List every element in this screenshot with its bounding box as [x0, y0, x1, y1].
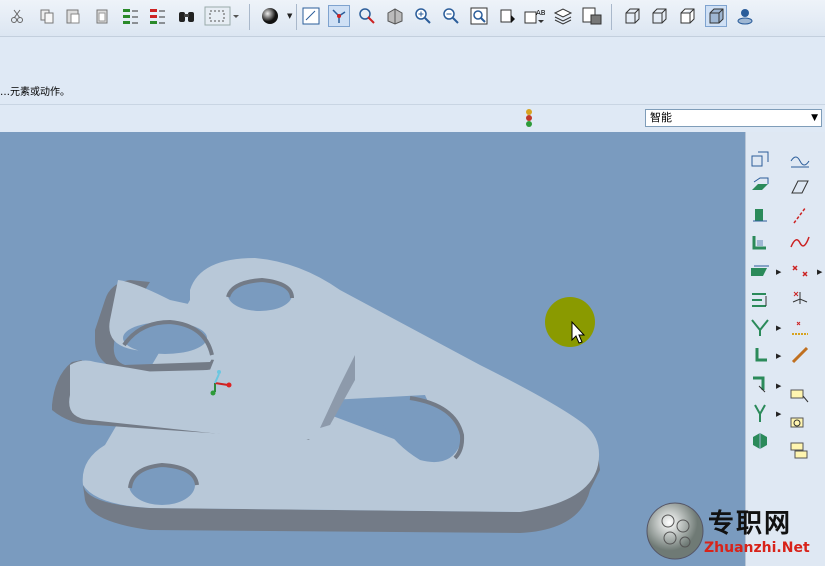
datum-axis-icon[interactable] [789, 176, 811, 198]
view-manager-icon[interactable] [356, 5, 378, 27]
select-box-icon[interactable] [203, 5, 241, 27]
extrude-icon[interactable] [749, 176, 771, 198]
coordinate-system-icon[interactable] [789, 288, 811, 310]
cut-icon[interactable] [6, 5, 28, 27]
main-toolbar: ▼ AB [0, 0, 825, 37]
chevron-down-icon[interactable]: ▼ [811, 110, 818, 126]
round-icon[interactable] [749, 288, 771, 310]
chamfer-icon[interactable] [749, 316, 771, 338]
repaint-icon[interactable] [300, 5, 322, 27]
merge-dropdown-icon[interactable]: ▶ [776, 410, 781, 418]
view-manager2-icon[interactable] [581, 5, 603, 27]
appearance-icon[interactable] [259, 5, 281, 27]
mirror-icon[interactable] [749, 374, 771, 396]
selection-filter-select[interactable]: 智能 ▼ [645, 109, 822, 127]
layers-icon[interactable] [552, 5, 574, 27]
chamfer-dropdown-icon[interactable]: ▶ [776, 324, 781, 332]
svg-text:AB: AB [536, 9, 546, 17]
annotation-feature-icon[interactable] [789, 413, 811, 435]
paste-special-icon[interactable] [91, 5, 113, 27]
regen-manager-icon[interactable] [147, 5, 169, 27]
relation-icon[interactable] [789, 344, 811, 366]
hole-icon[interactable] [749, 260, 771, 282]
point-dropdown-icon[interactable]: ▶ [817, 268, 822, 276]
selection-filter-value: 智能 [650, 111, 672, 124]
traffic-light-icon [522, 108, 536, 131]
revolve-icon[interactable] [749, 204, 771, 226]
watermark-url: Zhuanzhi.Net [704, 540, 810, 556]
pattern-icon[interactable] [749, 344, 771, 366]
orient-3d-icon[interactable] [384, 5, 406, 27]
regenerate-icon[interactable] [120, 5, 142, 27]
analysis-icon[interactable] [789, 316, 811, 338]
spin-center-icon[interactable] [328, 5, 350, 27]
no-hidden-icon[interactable] [676, 5, 698, 27]
saved-views-icon[interactable]: AB [524, 5, 546, 27]
orient-icon[interactable] [496, 5, 518, 27]
zoom-in-icon[interactable] [412, 5, 434, 27]
appearance-dropdown-icon[interactable]: ▼ [287, 12, 292, 20]
sketch-icon[interactable] [789, 149, 811, 171]
group-icon[interactable] [789, 440, 811, 462]
zoom-out-icon[interactable] [440, 5, 462, 27]
annotation-icon[interactable] [734, 5, 756, 27]
part-icon[interactable] [749, 429, 771, 451]
sweep-icon[interactable] [749, 232, 771, 254]
datum-curve-icon[interactable] [789, 232, 811, 254]
merge-icon[interactable] [749, 402, 771, 424]
hole-dropdown-icon[interactable]: ▶ [776, 268, 781, 276]
message-text: …元素或动作。 [0, 87, 70, 98]
datum-plane-icon[interactable] [749, 149, 771, 171]
wireframe-icon[interactable] [621, 5, 643, 27]
copy-icon[interactable] [36, 5, 58, 27]
mirror-dropdown-icon[interactable]: ▶ [776, 382, 781, 390]
pattern-dropdown-icon[interactable]: ▶ [776, 352, 781, 360]
graphics-viewport[interactable] [0, 132, 745, 566]
watermark-text: 专职网 [708, 509, 793, 539]
find-icon[interactable] [176, 5, 198, 27]
shading-icon[interactable] [705, 5, 727, 27]
point-tools-icon[interactable] [789, 260, 811, 282]
paste-icon[interactable] [62, 5, 84, 27]
hidden-line-icon[interactable] [648, 5, 670, 27]
refit-icon[interactable] [468, 5, 490, 27]
datum-point-icon[interactable] [789, 204, 811, 226]
copy-feature-icon[interactable] [789, 386, 811, 408]
